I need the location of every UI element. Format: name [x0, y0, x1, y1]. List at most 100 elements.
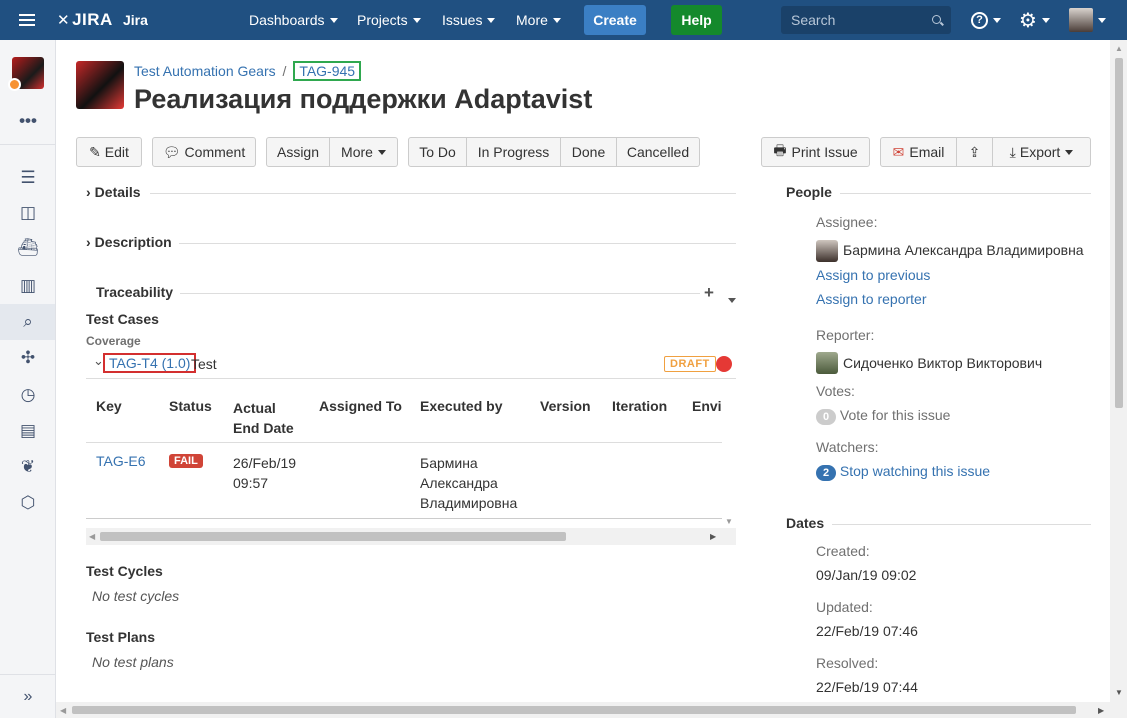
breadcrumb-project[interactable]: Test Automation Gears — [134, 63, 276, 79]
description-toggle[interactable]: › Description — [86, 234, 172, 250]
scroll-right-icon[interactable]: ▶ — [1098, 706, 1104, 715]
more-dots-icon[interactable]: ••• — [18, 111, 38, 131]
menu-projects[interactable]: Projects — [357, 0, 421, 40]
traceability-heading: Traceability — [96, 284, 174, 300]
create-button[interactable]: Create — [584, 5, 646, 35]
updated-label: Updated: — [816, 599, 873, 615]
scroll-up-icon[interactable]: ▲ — [1115, 44, 1123, 53]
execution-end-date: 26/Feb/19 09:57 — [233, 455, 297, 491]
column-header-environment: Envi — [692, 398, 722, 414]
help-menu[interactable]: ? — [971, 0, 1001, 40]
scrollbar-thumb[interactable] — [72, 706, 1076, 714]
executions-table: Key Status Actual End Date Assigned To E… — [86, 379, 736, 545]
reports-icon[interactable]: ▥ — [18, 276, 38, 296]
scroll-down-icon[interactable]: ▼ — [1115, 688, 1123, 697]
sidebar-divider — [0, 144, 55, 145]
execution-key-link[interactable]: TAG-E6 — [96, 453, 146, 469]
backlog-icon[interactable]: ☰ — [18, 168, 38, 188]
in-progress-button[interactable]: In Progress — [467, 137, 561, 167]
coverage-label: Coverage — [86, 334, 141, 348]
assign-button[interactable]: Assign — [266, 137, 330, 167]
components-icon[interactable]: ✣ — [18, 348, 38, 368]
comment-button[interactable]: 💬︎ Comment — [152, 137, 256, 167]
expand-sidebar-icon[interactable]: » — [18, 687, 38, 707]
assign-to-previous-link[interactable]: Assign to previous — [816, 267, 930, 283]
scrollbar-thumb[interactable] — [100, 532, 566, 541]
column-header-status: Status — [169, 398, 212, 414]
test-cycles-icon[interactable]: ▤ — [18, 421, 38, 441]
chevron-right-icon: › — [86, 234, 91, 250]
gear-icon: ⚙ — [1019, 9, 1037, 32]
table-horizontal-scrollbar[interactable]: ◀ ▶ — [86, 528, 736, 545]
divider — [180, 293, 700, 294]
edit-button[interactable]: ✎ Edit — [76, 137, 142, 167]
divider — [150, 193, 736, 194]
board-icon[interactable]: ◫ — [18, 203, 38, 223]
email-button[interactable]: ✉ Email — [880, 137, 957, 167]
test-cases-heading: Test Cases — [86, 311, 159, 327]
test-case-key[interactable]: TAG-T4 (1.0) — [103, 353, 197, 373]
vote-action[interactable]: 0 Vote for this issue — [816, 407, 950, 425]
tests-icon[interactable]: ◷ — [18, 385, 38, 405]
assign-to-reporter-link[interactable]: Assign to reporter — [816, 291, 927, 307]
question-icon: ? — [971, 11, 988, 29]
user-menu[interactable] — [1069, 0, 1106, 40]
table-vertical-scrollbar[interactable]: ▼ — [722, 379, 736, 527]
menu-issues[interactable]: Issues — [442, 0, 496, 40]
menu-dashboards[interactable]: Dashboards — [249, 0, 338, 40]
app-name[interactable]: Jira — [123, 0, 148, 40]
assignee-label: Assignee: — [816, 214, 878, 230]
export-button[interactable]: ⤓ Export — [993, 137, 1091, 167]
search-icon — [932, 15, 941, 24]
updated-date: 22/Feb/19 07:46 — [816, 623, 918, 639]
jira-logo[interactable]: ✕ JIRA — [57, 0, 113, 40]
test-case-name: Test — [191, 356, 217, 372]
status-badge: DRAFT — [664, 356, 716, 372]
share-button[interactable]: ⇪ — [957, 137, 993, 167]
settings-menu[interactable]: ⚙ — [1019, 0, 1050, 40]
priority-dot — [716, 356, 732, 372]
top-navigation-bar: ✕ JIRA Jira Dashboards Projects Issues Mo… — [0, 0, 1127, 40]
table-row: TAG-E6 FAIL 26/Feb/19 09:57 Бармина Алек… — [86, 443, 722, 518]
page-title: Реализация поддержки Adaptavist — [134, 84, 593, 114]
releases-icon[interactable]: ⛴ — [17, 238, 39, 258]
scroll-left-icon[interactable]: ◀ — [89, 532, 95, 541]
column-header-executed-by: Executed by — [420, 398, 503, 414]
column-header-assigned-to: Assigned To — [319, 398, 402, 414]
chevron-down-icon — [412, 17, 421, 23]
more-button[interactable]: More — [330, 137, 398, 167]
help-button[interactable]: Help — [671, 5, 722, 35]
scroll-left-icon[interactable]: ◀ — [60, 706, 66, 715]
traceability-menu[interactable] — [723, 291, 736, 307]
assignee-name[interactable]: Бармина Александра Владимировна — [843, 242, 1084, 258]
votes-label: Votes: — [816, 383, 855, 399]
test-search-icon[interactable]: ⌕ — [18, 312, 38, 332]
done-button[interactable]: Done — [561, 137, 617, 167]
scrollbar-thumb[interactable] — [1115, 58, 1123, 408]
reporter-name[interactable]: Сидоченко Виктор Викторович — [843, 355, 1042, 371]
app-switcher-icon[interactable] — [19, 0, 35, 40]
chevron-right-icon: › — [86, 184, 91, 200]
execution-executed-by: Бармина Александра Владимировна — [420, 455, 518, 511]
assignee-avatar — [816, 240, 838, 262]
share-icon: ⇪ — [968, 143, 981, 160]
scroll-right-icon[interactable]: ▶ — [710, 532, 716, 541]
chevron-down-icon — [377, 149, 386, 155]
watch-action[interactable]: 2 Stop watching this issue — [816, 463, 990, 481]
scroll-down-icon[interactable]: ▼ — [725, 517, 733, 526]
divider — [832, 524, 1091, 525]
breadcrumb-issue-key[interactable]: TAG-945 — [293, 61, 362, 81]
menu-more[interactable]: More — [516, 0, 561, 40]
print-issue-button[interactable]: 🖶 Print Issue — [761, 137, 870, 167]
todo-button[interactable]: To Do — [408, 137, 467, 167]
test-plans-icon[interactable]: ❦ — [18, 457, 38, 477]
settings-icon[interactable]: ⬡ — [18, 493, 38, 513]
printer-icon: 🖶 — [773, 142, 787, 158]
page-horizontal-scrollbar[interactable]: ◀ ▶ — [56, 702, 1110, 718]
search-input[interactable]: Search — [781, 6, 951, 34]
details-toggle[interactable]: › Details — [86, 184, 141, 200]
cancelled-button[interactable]: Cancelled — [617, 137, 700, 167]
add-traceability-icon[interactable]: + — [704, 284, 714, 302]
page-vertical-scrollbar[interactable]: ▲ ▼ — [1110, 40, 1127, 718]
chevron-down-icon — [1098, 17, 1106, 23]
